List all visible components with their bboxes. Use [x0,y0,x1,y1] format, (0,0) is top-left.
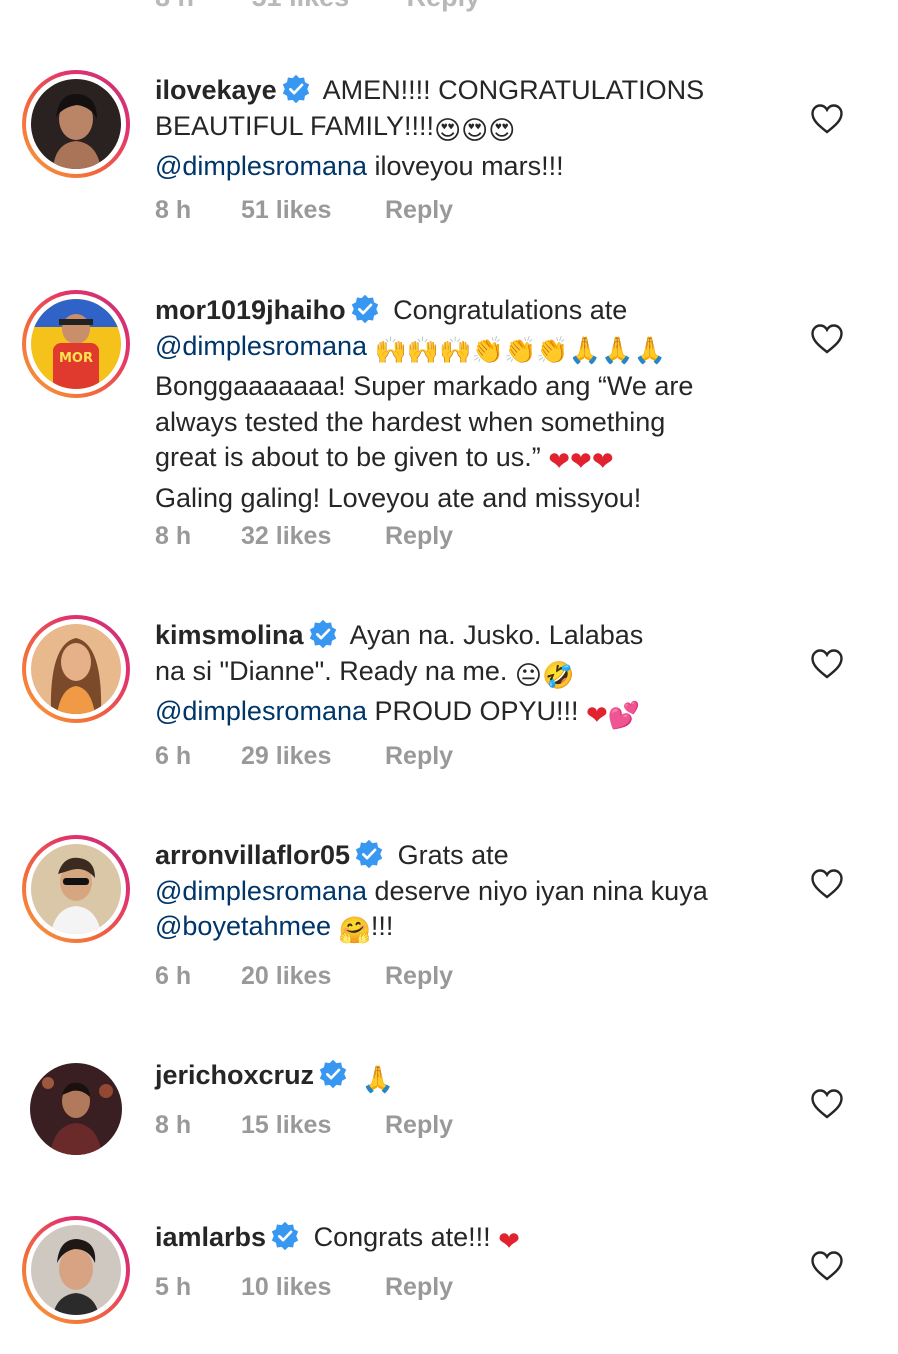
comment-username[interactable]: arronvillaflor05 [155,840,350,870]
emoji-text: 😐🤣 [514,660,575,691]
reply-button[interactable]: Reply [407,0,481,12]
avatar[interactable] [31,844,121,934]
comment-body-text: PROUD OPYU!!! [367,696,587,726]
avatar-story-ring[interactable] [22,835,130,943]
mention-link[interactable]: @dimplesromana [155,876,367,906]
comment-text: kimsmolina Ayan na. Jusko. Lalabas na si … [155,618,785,735]
emoji-text: 🙌🙌🙌👏👏👏🙏🙏🙏 [374,335,666,366]
comment-body-text: BEAUTIFUL FAMILY!!!! [155,110,435,141]
comment-time: 8 h [155,0,194,12]
verified-badge-icon [271,1221,299,1251]
comment-time: 5 h [155,1273,192,1301]
comment-body-text [354,1060,362,1090]
avatar-story-ring[interactable] [22,70,130,178]
verified-badge-icon [309,619,336,649]
reply-button[interactable]: Reply [385,962,453,990]
svg-text:MOR: MOR [59,351,93,366]
comment-likes[interactable]: 29 likes [241,742,385,771]
heart-outline-icon[interactable] [810,323,844,355]
verified-badge-icon [355,839,383,869]
heart-outline-icon[interactable] [810,868,844,900]
emoji-text: ❤ [498,1227,520,1257]
verified-badge-icon [319,1059,347,1089]
verified-badge-icon [351,294,378,324]
comment-body-text: great is about to be given to us.” [155,442,549,472]
comment-text: iamlarbs Congrats ate!!! ❤ [155,1220,785,1261]
comment-body-text: always tested the hardest when something [155,406,666,437]
comment-body-text: Bonggaaaaaaa! Super markado ang “We are [155,371,694,401]
comment-meta: 8 h 32 likes Reply [155,522,453,551]
comment-username[interactable]: ilovekaye [155,75,277,105]
comment-body-text: !!! [370,911,394,941]
avatar-story-ring[interactable] [22,615,130,723]
comment-body-text [367,331,375,361]
comment-likes[interactable]: 15 likes [241,1111,385,1140]
emoji-text: 🙏 [361,1065,394,1095]
emoji-text: 😍😍😍 [434,115,516,146]
comment-body-text: Galing galing! Loveyou ate and missyou! [155,482,642,513]
comment-body-text: deserve niyo iyan nina kuya [367,875,708,906]
reply-button[interactable]: Reply [385,742,453,770]
avatar[interactable] [31,624,121,714]
comment-likes[interactable]: 20 likes [241,962,385,991]
comment-username[interactable]: mor1019jhaiho [155,295,346,325]
mention-link[interactable]: @dimplesromana [155,151,367,181]
comment-username[interactable]: iamlarbs [155,1222,266,1252]
comment-time: 6 h [155,962,192,990]
avatar-story-ring[interactable]: MOR [22,290,130,398]
comment-meta: 8 h 51 likes Reply [155,196,453,225]
reply-button[interactable]: Reply [385,196,453,224]
emoji-text: 🤗 [338,916,371,946]
comment-text: mor1019jhaiho Congratulations ate @dimple… [155,293,785,516]
verified-badge-icon [282,74,309,104]
comment-time: 8 h [155,522,192,550]
comment-body-text: na si "Dianne". Ready na me. [155,655,515,686]
comment-likes[interactable]: 32 likes [241,522,385,551]
mention-link[interactable]: @dimplesromana [155,331,367,361]
comment-time: 8 h [155,196,192,224]
comment-username[interactable]: jerichoxcruz [155,1060,314,1090]
mention-link[interactable]: @dimplesromana [155,696,367,726]
emoji-text: ❤💕 [586,701,641,731]
comment-body-text: Congrats ate!!! [306,1222,499,1252]
comment-body-text [331,911,339,941]
avatar[interactable] [31,79,121,169]
comment-meta: 6 h 29 likes Reply [155,742,453,771]
mention-link[interactable]: @boyetahmee [155,911,331,941]
comment-body-text: AMEN!!!! CONGRATULATIONS [316,75,705,105]
previous-comment-meta: 8 h 51 likes Reply [155,0,530,13]
comment-text: ilovekaye AMEN!!!! CONGRATULATIONS BEAUTI… [155,73,785,185]
reply-button[interactable]: Reply [385,1273,453,1301]
emoji-text: ❤❤❤ [548,447,614,477]
comment-likes[interactable]: 51 likes [241,196,385,225]
heart-outline-icon[interactable] [810,1250,844,1282]
comment-meta: 8 h 15 likes Reply [155,1111,453,1140]
comment-likes[interactable]: 51 likes [252,0,350,12]
comment-body-text: Ayan na. Jusko. Lalabas [343,620,644,650]
comment-meta: 6 h 20 likes Reply [155,962,453,991]
avatar-story-ring[interactable] [22,1216,130,1324]
comment-text: arronvillaflor05 Grats ate @dimplesromana… [155,838,785,950]
comment-username[interactable]: kimsmolina [155,620,304,650]
comment-time: 8 h [155,1111,192,1139]
comment-body-text: Congratulations ate [385,295,628,325]
comment-meta: 5 h 10 likes Reply [155,1273,453,1302]
heart-outline-icon[interactable] [810,103,844,135]
heart-outline-icon[interactable] [810,648,844,680]
comment-time: 6 h [155,742,192,770]
avatar[interactable] [31,1225,121,1315]
comment-body-text: Grats ate [390,840,509,870]
comment-text: jerichoxcruz 🙏 [155,1058,785,1099]
reply-button[interactable]: Reply [385,1111,453,1139]
reply-button[interactable]: Reply [385,522,453,550]
comment-likes[interactable]: 10 likes [241,1273,385,1302]
avatar[interactable]: MOR [31,299,121,389]
heart-outline-icon[interactable] [810,1088,844,1120]
comment-body-text: iloveyou mars!!! [367,151,564,181]
avatar[interactable] [30,1063,122,1155]
